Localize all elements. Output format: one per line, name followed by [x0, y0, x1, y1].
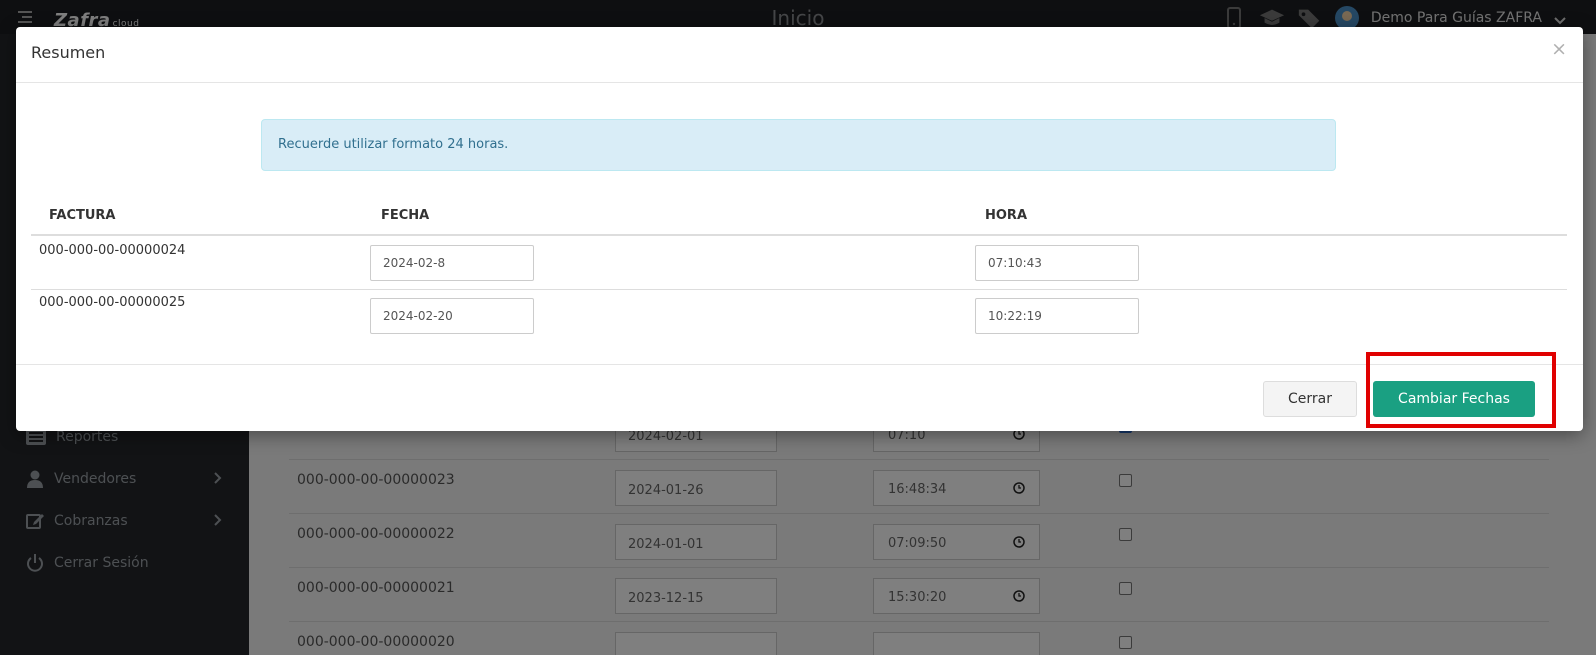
factura-number: 000-000-00-00000024 [39, 243, 186, 258]
modal-title: Resumen [31, 43, 106, 62]
column-header-factura: FACTURA [49, 208, 116, 223]
factura-number: 000-000-00-00000025 [39, 295, 186, 310]
column-header-hora: HORA [985, 208, 1028, 223]
row-divider [31, 289, 1567, 290]
hora-input[interactable] [975, 298, 1139, 334]
cerrar-button[interactable]: Cerrar [1263, 381, 1357, 417]
info-alert: Recuerde utilizar formato 24 horas. [261, 119, 1336, 171]
close-icon[interactable]: × [1551, 40, 1567, 59]
fecha-input[interactable] [370, 298, 534, 334]
column-header-fecha: FECHA [381, 208, 430, 223]
hora-input[interactable] [975, 245, 1139, 281]
header-divider [31, 234, 1567, 236]
resumen-modal: Resumen × Recuerde utilizar formato 24 h… [16, 27, 1583, 431]
cambiar-fechas-button[interactable]: Cambiar Fechas [1373, 381, 1535, 417]
fecha-input[interactable] [370, 245, 534, 281]
modal-header: Resumen × [16, 27, 1583, 83]
footer-divider [16, 364, 1583, 365]
